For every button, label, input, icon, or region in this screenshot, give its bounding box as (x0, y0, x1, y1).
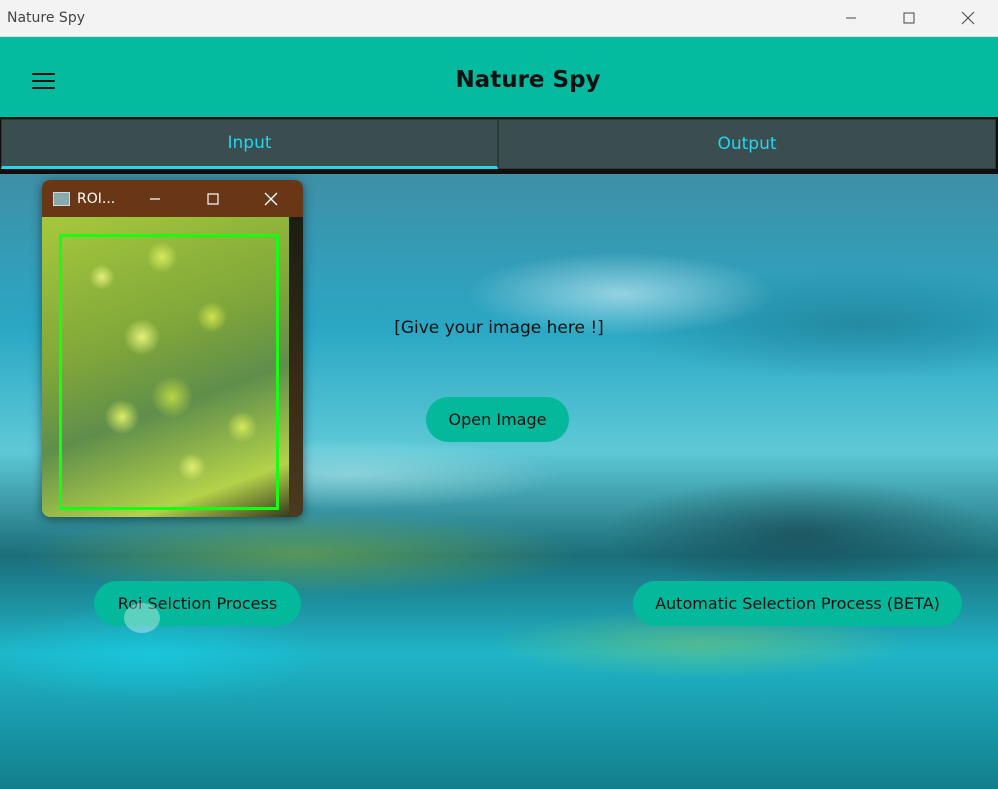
open-image-button[interactable]: Open Image (426, 397, 569, 442)
close-button[interactable] (939, 0, 997, 36)
button-ripple (124, 603, 160, 633)
automatic-selection-button[interactable]: Automatic Selection Process (BETA) (633, 581, 962, 626)
roi-close-button[interactable] (242, 180, 300, 217)
window-title: Nature Spy (7, 10, 85, 26)
roi-selection-box[interactable] (59, 234, 279, 510)
minimize-button[interactable] (822, 0, 880, 36)
tab-bar: Input Output (0, 117, 998, 174)
close-icon (264, 192, 278, 205)
app-bar: Nature Spy (0, 37, 998, 117)
window-titlebar: Nature Spy (0, 0, 998, 37)
maximize-icon (207, 192, 219, 205)
tab-output[interactable]: Output (498, 119, 996, 169)
app-title: Nature Spy (455, 67, 601, 93)
tab-input[interactable]: Input (1, 119, 498, 169)
minimize-icon (846, 17, 856, 19)
roi-window[interactable]: ROI... (42, 180, 303, 517)
app-icon (53, 192, 70, 206)
close-icon (961, 11, 975, 25)
maximize-button[interactable] (880, 0, 938, 36)
roi-minimize-button[interactable] (126, 180, 184, 217)
roi-selection-button[interactable]: Roi Selction Process (94, 581, 301, 633)
roi-maximize-button[interactable] (184, 180, 242, 217)
roi-window-title: ROI... (77, 191, 116, 207)
maximize-icon (903, 12, 915, 24)
roi-titlebar[interactable]: ROI... (42, 180, 303, 217)
image-shadow (289, 217, 303, 517)
minimize-icon (150, 197, 160, 200)
roi-image[interactable] (42, 217, 303, 517)
